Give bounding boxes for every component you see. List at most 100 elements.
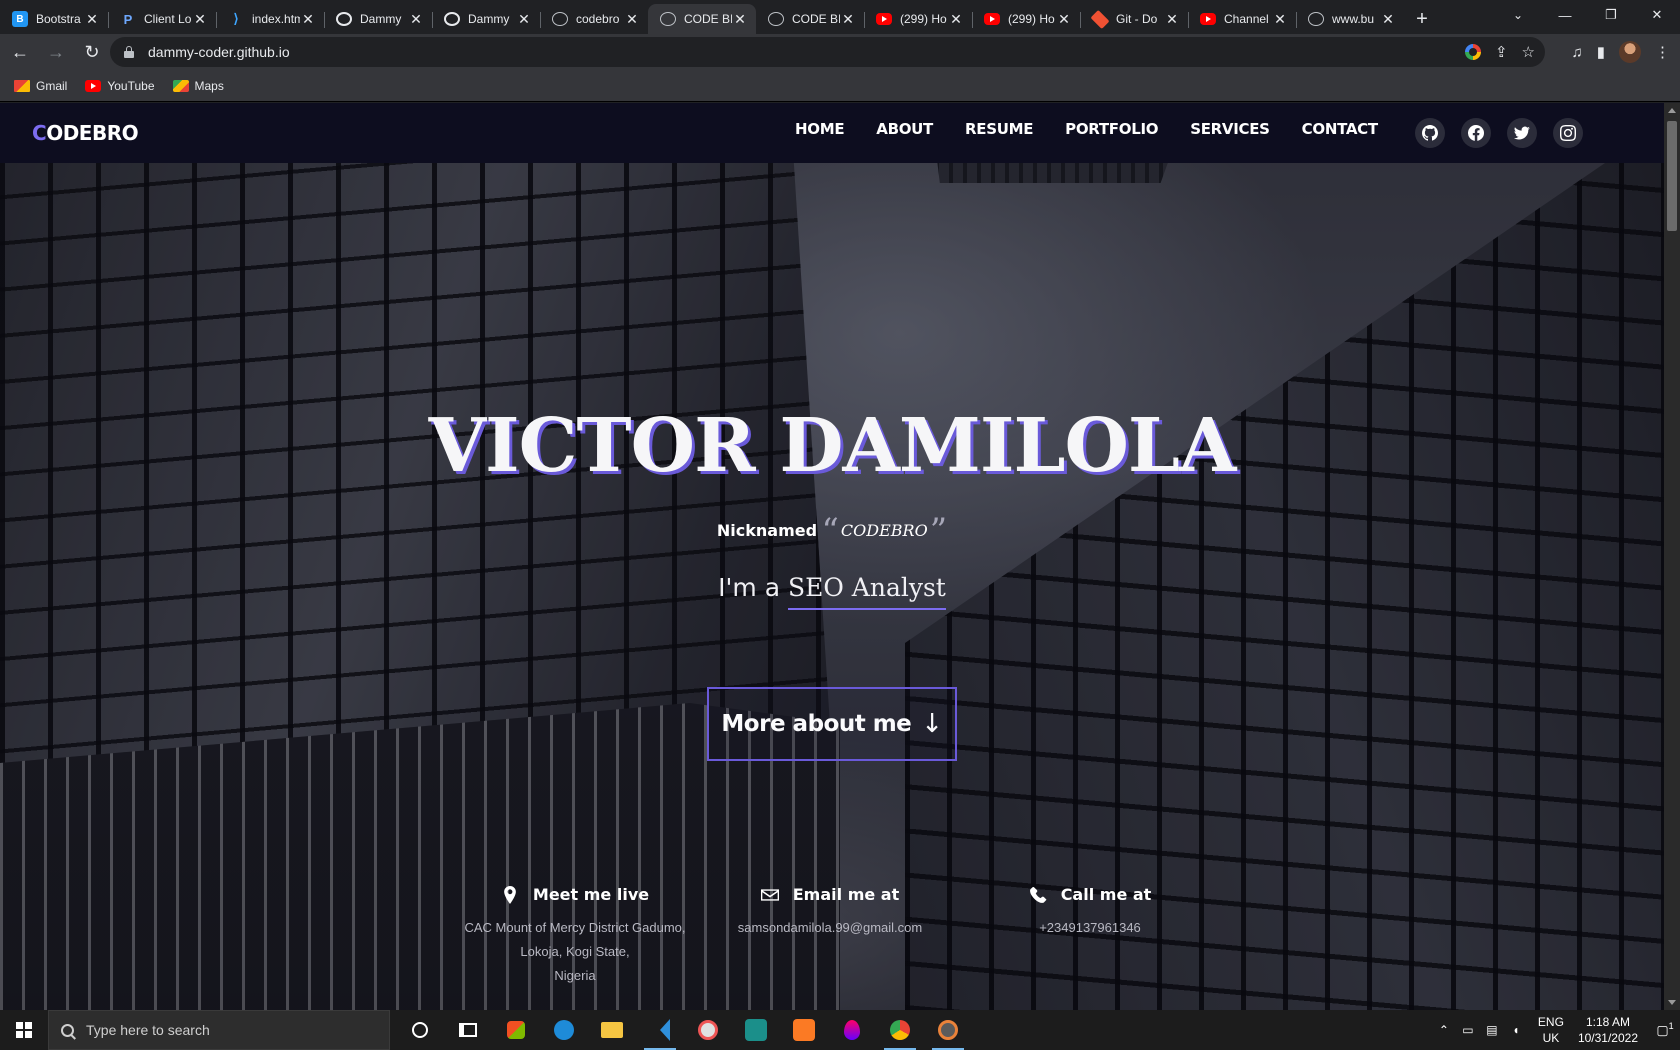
browser-tab[interactable]: codebro ✕	[540, 4, 648, 34]
browser-tab[interactable]: P Client Lo ✕	[108, 4, 216, 34]
browser-tab[interactable]: ⟩ index.htm ✕	[216, 4, 324, 34]
vscode-icon[interactable]	[636, 1010, 684, 1050]
close-quote-icon: ”	[929, 511, 948, 551]
language-indicator[interactable]: ENG UK	[1538, 1014, 1564, 1046]
close-tab-icon[interactable]: ✕	[300, 11, 316, 28]
close-window-icon[interactable]: ✕	[1634, 0, 1680, 30]
tab-title: (299) Ho	[900, 12, 947, 26]
browser-tab[interactable]: www.bu ✕	[1296, 4, 1404, 34]
tab-title: (299) Ho	[1008, 12, 1055, 26]
nav-contact[interactable]: CONTACT	[1302, 120, 1378, 138]
cortana-icon[interactable]	[396, 1010, 444, 1050]
menu-kebab-icon[interactable]: ⋮	[1655, 43, 1670, 61]
close-tab-icon[interactable]: ✕	[948, 11, 964, 28]
clock-date: 10/31/2022	[1577, 1031, 1638, 1045]
browser-tab[interactable]: Channel ✕	[1188, 4, 1296, 34]
nav-home[interactable]: HOME	[795, 120, 845, 138]
tab-search-icon[interactable]: ⌄	[1506, 4, 1530, 26]
forward-icon[interactable]: →	[40, 36, 72, 68]
browser-tab[interactable]: CODE BI ✕	[648, 4, 756, 34]
social-links	[1415, 118, 1583, 148]
close-tab-icon[interactable]: ✕	[1380, 11, 1396, 28]
close-tab-icon[interactable]: ✕	[1272, 11, 1288, 28]
logo-rest: ODEBRO	[46, 121, 139, 145]
close-tab-icon[interactable]: ✕	[84, 11, 100, 28]
browser-tab[interactable]: (299) Ho ✕	[864, 4, 972, 34]
minimize-icon[interactable]: —	[1542, 0, 1588, 30]
tab-title: index.htm	[252, 12, 300, 26]
scroll-down-icon[interactable]	[1668, 1000, 1676, 1005]
profile-avatar[interactable]	[1619, 41, 1641, 63]
chrome-icon[interactable]	[876, 1010, 924, 1050]
taskbar-search[interactable]: Type here to search	[48, 1010, 390, 1050]
browser-tab[interactable]: Git - Do ✕	[1080, 4, 1188, 34]
clock[interactable]: 1:18 AM 10/31/2022	[1578, 1014, 1638, 1046]
close-tab-icon[interactable]: ✕	[624, 11, 640, 28]
tab-title: Bootstra	[36, 12, 81, 26]
bookmark-star-icon[interactable]: ☆	[1522, 43, 1535, 61]
close-tab-icon[interactable]: ✕	[516, 11, 532, 28]
chevron-up-icon[interactable]: ⌃	[1432, 1023, 1456, 1037]
browser-tab[interactable]: Dammy ✕	[324, 4, 432, 34]
close-tab-icon[interactable]: ✕	[840, 11, 856, 28]
close-tab-icon[interactable]: ✕	[192, 11, 208, 28]
scroll-up-icon[interactable]	[1668, 108, 1676, 113]
close-tab-icon[interactable]: ✕	[1056, 11, 1072, 28]
page-scrollbar[interactable]	[1664, 103, 1680, 1010]
address-line-3: Nigeria	[554, 968, 596, 983]
new-tab-button[interactable]: +	[1404, 4, 1440, 34]
battery-icon[interactable]: ▭	[1456, 1023, 1480, 1037]
site-logo[interactable]: CODEBRO	[32, 121, 139, 145]
media-player-icon[interactable]	[924, 1010, 972, 1050]
arrow-down-icon: ↓	[921, 709, 943, 739]
more-about-me-button[interactable]: More about me ↓	[707, 687, 957, 761]
bookmark-maps[interactable]: Maps	[172, 79, 224, 93]
browser-tab[interactable]: Dammy ✕	[432, 4, 540, 34]
bookmark-youtube[interactable]: YouTube	[85, 79, 155, 93]
scan-app-icon[interactable]	[684, 1010, 732, 1050]
nav-services[interactable]: SERVICES	[1190, 120, 1270, 138]
scroll-thumb[interactable]	[1667, 121, 1677, 231]
lock-icon[interactable]	[124, 46, 134, 58]
restore-icon[interactable]: ❐	[1588, 0, 1634, 30]
bookmark-gmail[interactable]: Gmail	[14, 79, 67, 93]
nav-portfolio[interactable]: PORTFOLIO	[1065, 120, 1158, 138]
email-address[interactable]: samsondamilola.99@gmail.com	[690, 916, 970, 940]
map-pin-icon	[504, 885, 516, 904]
notification-icon[interactable]: ▢1	[1650, 1021, 1680, 1038]
google-lens-icon[interactable]	[1464, 44, 1481, 60]
network-icon[interactable]: ▤	[1480, 1023, 1504, 1037]
nav-resume[interactable]: RESUME	[965, 120, 1033, 138]
url-text[interactable]: dammy-coder.github.io	[148, 44, 290, 60]
close-tab-icon[interactable]: ✕	[1164, 11, 1180, 28]
facebook-icon[interactable]	[1461, 118, 1491, 148]
close-tab-icon[interactable]: ✕	[732, 11, 748, 28]
youtube-icon	[85, 79, 102, 92]
start-button[interactable]	[0, 1010, 48, 1050]
edge-icon[interactable]	[540, 1010, 588, 1050]
address-bar[interactable]: dammy-coder.github.io ⇪ ☆	[110, 37, 1545, 67]
reload-icon[interactable]: ↻	[76, 36, 108, 68]
side-panel-icon[interactable]: ▮	[1597, 43, 1605, 61]
task-view-icon[interactable]	[444, 1010, 492, 1050]
tab-title: Dammy	[468, 12, 510, 26]
github-icon[interactable]	[1415, 118, 1445, 148]
store-icon[interactable]	[492, 1010, 540, 1050]
xampp-icon[interactable]	[780, 1010, 828, 1050]
back-icon[interactable]: ←	[4, 36, 36, 68]
volume-icon[interactable]: ◖	[1504, 1023, 1528, 1037]
browser-tab[interactable]: (299) Ho ✕	[972, 4, 1080, 34]
instagram-icon[interactable]	[1553, 118, 1583, 148]
nav-about[interactable]: ABOUT	[876, 120, 933, 138]
close-tab-icon[interactable]: ✕	[408, 11, 424, 28]
twitter-icon[interactable]	[1507, 118, 1537, 148]
browser-tab[interactable]: B Bootstra ✕	[0, 4, 108, 34]
file-explorer-icon[interactable]	[588, 1010, 636, 1050]
media-control-icon[interactable]: ♫	[1571, 44, 1582, 61]
phone-number[interactable]: +2349137961346	[950, 916, 1230, 940]
paint-drop-icon[interactable]	[828, 1010, 876, 1050]
site-menu: HOME ABOUT RESUME PORTFOLIO SERVICES CON…	[795, 120, 1378, 138]
browser-tab[interactable]: CODE BI ✕	[756, 4, 864, 34]
video-editor-icon[interactable]	[732, 1010, 780, 1050]
share-icon[interactable]: ⇪	[1495, 43, 1508, 61]
